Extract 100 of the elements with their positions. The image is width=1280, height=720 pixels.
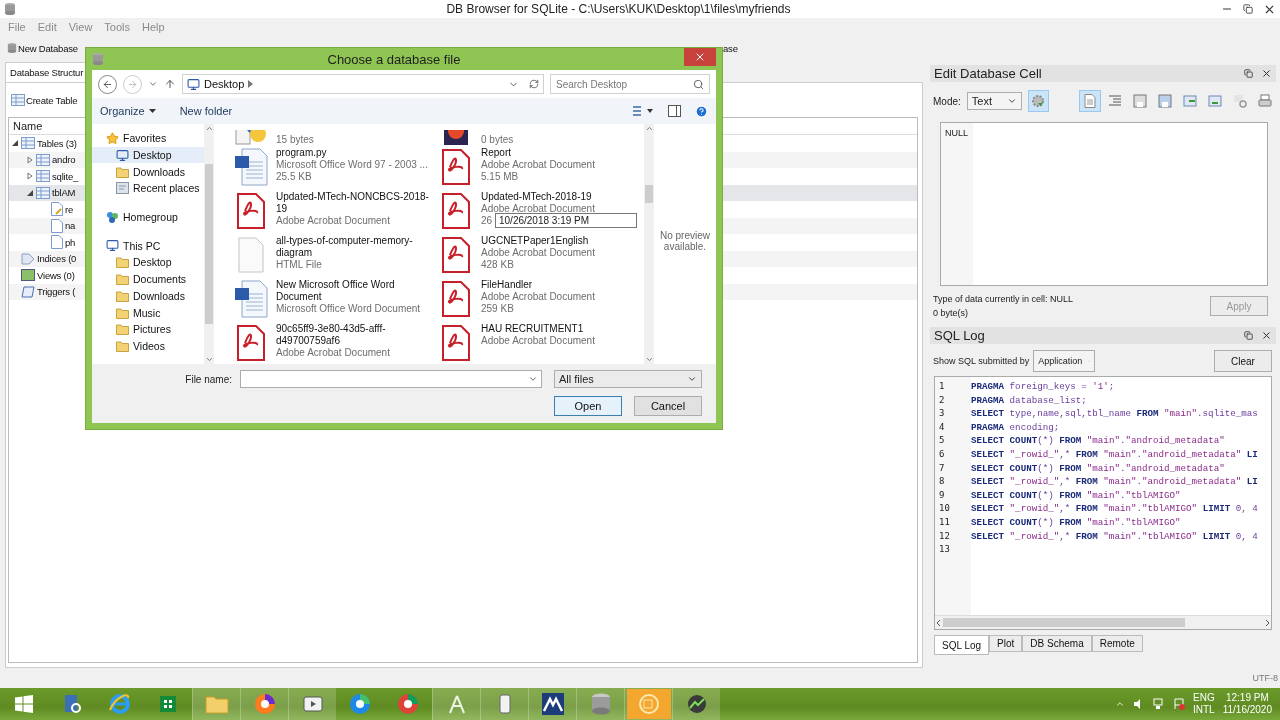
expand-arrow-icon[interactable] — [11, 139, 19, 148]
view-options-icon[interactable] — [632, 105, 654, 117]
table-icon — [36, 170, 50, 183]
tab[interactable]: Plot — [989, 635, 1023, 652]
preview-pane-icon[interactable] — [668, 105, 681, 117]
taskbar-button[interactable] — [672, 688, 720, 720]
toolbar-button[interactable]: New Database — [6, 42, 79, 54]
dialog-button[interactable]: Open — [554, 396, 622, 416]
nav-item[interactable]: Desktop — [92, 254, 204, 271]
float-icon[interactable] — [1244, 69, 1253, 78]
clear-button[interactable]: Clear — [1214, 350, 1272, 372]
close-button[interactable] — [684, 48, 716, 66]
folder-icon — [116, 306, 129, 319]
taskbar-button[interactable] — [528, 688, 576, 720]
nav-item[interactable]: Videos — [92, 337, 204, 355]
file-type: Microsoft Office Word 97 - 2003 ... — [276, 159, 428, 171]
file-name: Updated-MTech-2018-19 — [481, 191, 592, 203]
tree-label: andro — [52, 154, 76, 166]
flag-icon[interactable] — [1173, 698, 1185, 710]
restore-icon[interactable] — [1243, 4, 1253, 14]
nav-item[interactable]: Pictures — [92, 320, 204, 338]
save-icon — [1133, 94, 1147, 108]
nav-item[interactable]: Downloads — [92, 287, 204, 305]
browser-icon — [397, 693, 419, 715]
scrollbar-thumb[interactable] — [645, 185, 653, 203]
scrollbar[interactable] — [204, 124, 214, 364]
file-type: Adobe Acrobat Document — [481, 291, 595, 303]
file-name-field[interactable] — [240, 370, 542, 388]
type-info: Type of data currently in cell: NULL — [933, 294, 1074, 304]
refresh-icon[interactable] — [529, 79, 539, 89]
clock-time[interactable]: 12:19 PM — [1225, 692, 1269, 704]
chevron-down-icon — [528, 374, 538, 384]
scroll-up-icon[interactable] — [644, 124, 654, 133]
browser-icon — [253, 693, 276, 715]
scroll-up-icon[interactable] — [204, 124, 214, 133]
close-icon[interactable] — [1261, 330, 1272, 341]
help-icon[interactable] — [695, 104, 708, 118]
address-bar[interactable]: Desktop — [182, 74, 544, 94]
source-dropdown[interactable]: Application — [1033, 350, 1096, 372]
clock-date[interactable]: 11/16/2020 — [1222, 704, 1272, 716]
pdf-file-icon — [442, 281, 470, 317]
float-icon[interactable] — [1244, 331, 1253, 340]
auto-switch-button[interactable] — [1027, 90, 1049, 112]
taskbar-button[interactable] — [240, 688, 288, 720]
expand-arrow-icon[interactable] — [26, 188, 34, 197]
mountain-logo-icon — [540, 692, 565, 716]
nav-item[interactable]: Music — [92, 304, 204, 321]
layout-label[interactable]: INTL — [1193, 704, 1215, 716]
tab[interactable]: DB Schema — [1022, 635, 1092, 652]
dialog-button[interactable]: Cancel — [634, 396, 702, 416]
scrollbar[interactable] — [644, 124, 654, 364]
indent-icon — [1108, 94, 1122, 108]
line-number: 10 — [938, 502, 951, 516]
close-icon[interactable] — [1261, 68, 1272, 79]
blank-file-icon — [238, 237, 264, 273]
nav-item[interactable]: Desktop — [92, 146, 204, 164]
up-icon[interactable] — [164, 78, 176, 90]
tab[interactable]: Remote — [1091, 635, 1143, 652]
file-name: UGCNETPaper1English — [481, 235, 589, 247]
chevron-down-icon — [1006, 96, 1017, 106]
sql-log-editor[interactable] — [934, 376, 1272, 630]
file-type-dropdown[interactable]: All files — [554, 370, 702, 388]
nav-item[interactable]: Documents — [92, 270, 204, 288]
nav-item[interactable]: Favorites — [92, 130, 204, 147]
scroll-down-icon[interactable] — [204, 355, 214, 364]
cell-editor[interactable]: NULL — [940, 122, 1268, 286]
tool-button[interactable] — [1079, 90, 1101, 112]
size-info: 0 byte(s) — [933, 308, 969, 318]
toolbar-button[interactable]: ase — [722, 42, 739, 54]
code-line: SELECT "_rowid_",* FROM "main"."android_metadata" LI — [971, 475, 1259, 489]
tree-label: Triggers ( — [37, 286, 76, 298]
command-button[interactable]: Organize — [100, 105, 156, 117]
code-line: PRAGMA foreign_keys = '1'; — [971, 380, 1116, 394]
tab[interactable]: Database Structur — [5, 62, 87, 82]
nav-item[interactable]: Recent places — [92, 180, 204, 197]
recent-locations-icon[interactable] — [148, 79, 158, 89]
create-table-button[interactable]: Create Table — [10, 89, 79, 111]
scroll-right-icon[interactable] — [1263, 618, 1271, 627]
scrollbar-thumb[interactable] — [205, 164, 213, 324]
search-field[interactable]: Search Desktop — [550, 74, 710, 94]
network-icon[interactable] — [1153, 698, 1165, 710]
scrollbar-thumb[interactable] — [943, 618, 1185, 627]
nav-item[interactable]: Homegroup — [92, 208, 204, 226]
command-button[interactable]: New folder — [179, 105, 233, 117]
arrow-right-icon — [127, 78, 138, 90]
mode-dropdown[interactable]: Text — [966, 92, 1022, 110]
line-number: 9 — [938, 488, 946, 502]
scroll-down-icon[interactable] — [644, 355, 654, 364]
file-size: 0 bytes — [481, 134, 514, 146]
pdf-file-icon — [442, 193, 470, 229]
language-label[interactable]: ENG — [1193, 692, 1215, 704]
scroll-left-icon[interactable] — [935, 618, 943, 627]
folder-icon — [116, 323, 129, 336]
preview-message: No preview available. — [659, 230, 711, 254]
document-icon — [1083, 94, 1097, 108]
cell-value: NULL — [945, 128, 968, 138]
nav-item[interactable]: This PC — [92, 237, 204, 255]
nav-item[interactable]: Downloads — [92, 163, 204, 181]
tab[interactable]: SQL Log — [934, 635, 990, 655]
window-title: DB Browser for SQLite - C:\Users\KUK\Desktop\1\files\myfriends — [445, 2, 792, 16]
